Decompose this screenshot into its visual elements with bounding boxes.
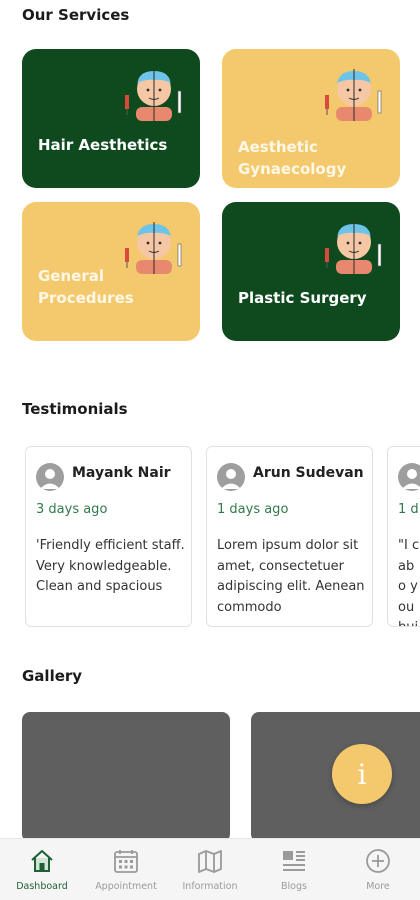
testimonials-title: Testimonials [22, 400, 128, 418]
review-text: Lorem ipsum dolor sit amet, consectetuer… [217, 538, 365, 615]
avatar [398, 463, 420, 491]
service-card-general-procedures[interactable]: General Procedures [22, 202, 200, 341]
service-label: Aesthetic Gynaecology [238, 138, 347, 178]
testimonial-card[interactable]: 1 d "I c abo you buil [387, 446, 420, 627]
nav-item-information[interactable]: Information [168, 839, 252, 900]
service-label: Hair Aesthetics [38, 136, 168, 154]
service-label: Plastic Surgery [238, 289, 367, 307]
avatar [36, 463, 64, 491]
review-date: 1 d [398, 502, 419, 517]
home-icon [31, 850, 53, 872]
reviewer-name: Arun Sudevan [253, 465, 364, 481]
service-card-aesthetic-gynaecology[interactable]: Aesthetic Gynaecology [222, 49, 400, 188]
info-icon: i [357, 757, 367, 791]
face-treatment-icon [125, 69, 182, 121]
avatar [217, 463, 245, 491]
nav-item-dashboard[interactable]: Dashboard [0, 839, 84, 900]
map-icon [198, 850, 222, 873]
services-title: Our Services [22, 6, 130, 24]
calendar-icon [114, 850, 138, 873]
nav-label: More [366, 881, 390, 892]
user-icon [402, 469, 420, 489]
user-icon [40, 469, 60, 489]
reviewer-name: Mayank Nair [72, 465, 171, 481]
gallery-title: Gallery [22, 667, 83, 685]
nav-item-appointment[interactable]: Appointment [84, 839, 168, 900]
testimonial-card[interactable]: Arun Sudevan 1 days ago Lorem ipsum dolo… [206, 446, 373, 627]
nav-item-more[interactable]: More [336, 839, 420, 900]
gallery-image[interactable] [22, 712, 230, 842]
face-treatment-icon [325, 222, 382, 274]
bottom-navigation: Dashboard Appointment Information Blogs [0, 838, 420, 900]
nav-label: Information [182, 881, 238, 892]
review-date: 1 days ago [217, 502, 289, 517]
review-text: "I c abo you buil [398, 538, 420, 626]
service-card-plastic-surgery[interactable]: Plastic Surgery [222, 202, 400, 341]
face-treatment-icon [325, 69, 382, 121]
testimonial-card[interactable]: Mayank Nair 3 days ago 'Friendly efficie… [25, 446, 192, 627]
review-text: 'Friendly efficient staff. Very knowledg… [36, 538, 185, 594]
review-date: 3 days ago [36, 502, 108, 517]
service-card-hair-aesthetics[interactable]: Hair Aesthetics [22, 49, 200, 188]
nav-item-blogs[interactable]: Blogs [252, 839, 336, 900]
nav-label: Appointment [95, 881, 157, 892]
nav-label: Blogs [281, 881, 307, 892]
news-icon [283, 851, 305, 871]
nav-label: Dashboard [16, 881, 68, 892]
user-icon [221, 469, 241, 489]
info-fab-button[interactable]: i [332, 744, 392, 804]
service-label: General Procedures [38, 267, 134, 307]
plus-circle-icon [366, 849, 390, 873]
